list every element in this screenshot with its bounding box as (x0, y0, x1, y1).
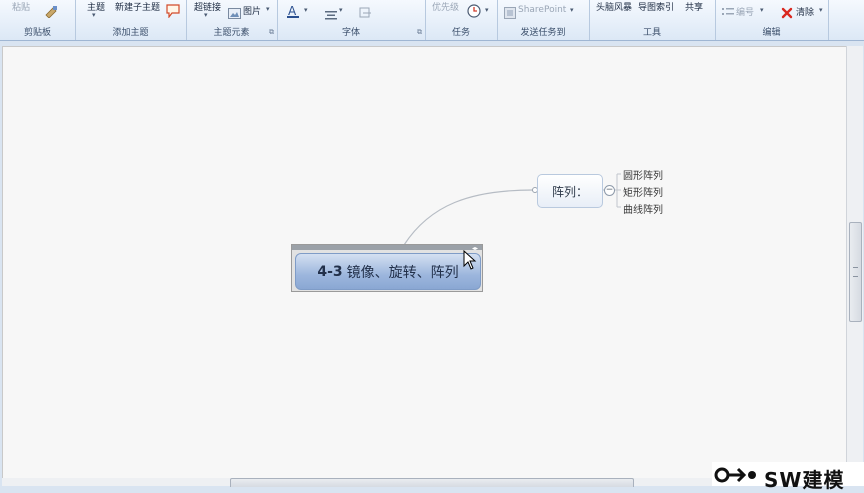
vertical-scroll-thumb[interactable] (849, 222, 862, 322)
grip-icon (853, 267, 858, 277)
connector-lines (403, 173, 621, 246)
watermark-logo-icon (714, 467, 756, 483)
mouse-cursor-icon (463, 249, 477, 274)
subtopic-curve-array[interactable]: 曲线阵列 (623, 201, 663, 216)
topic-array-label: 阵列： (551, 184, 588, 199)
central-topic[interactable]: 4-3 镜像、旋转、阵列 (291, 244, 483, 292)
subtopic-rectangular-array[interactable]: 矩形阵列 (623, 184, 663, 199)
selection-bar (292, 245, 482, 250)
central-topic-label: 4-3 镜像、旋转、阵列 (295, 253, 481, 290)
watermark-text: SW建模 (764, 468, 845, 492)
central-topic-number: 4-3 (317, 263, 343, 280)
vertical-scrollbar[interactable] (846, 46, 863, 478)
topic-array[interactable]: 阵列： (537, 174, 603, 208)
subtopic-circular-array[interactable]: 圆形阵列 (623, 167, 663, 182)
collapse-toggle[interactable]: − (604, 185, 615, 196)
central-topic-text: 镜像、旋转、阵列 (346, 264, 459, 281)
